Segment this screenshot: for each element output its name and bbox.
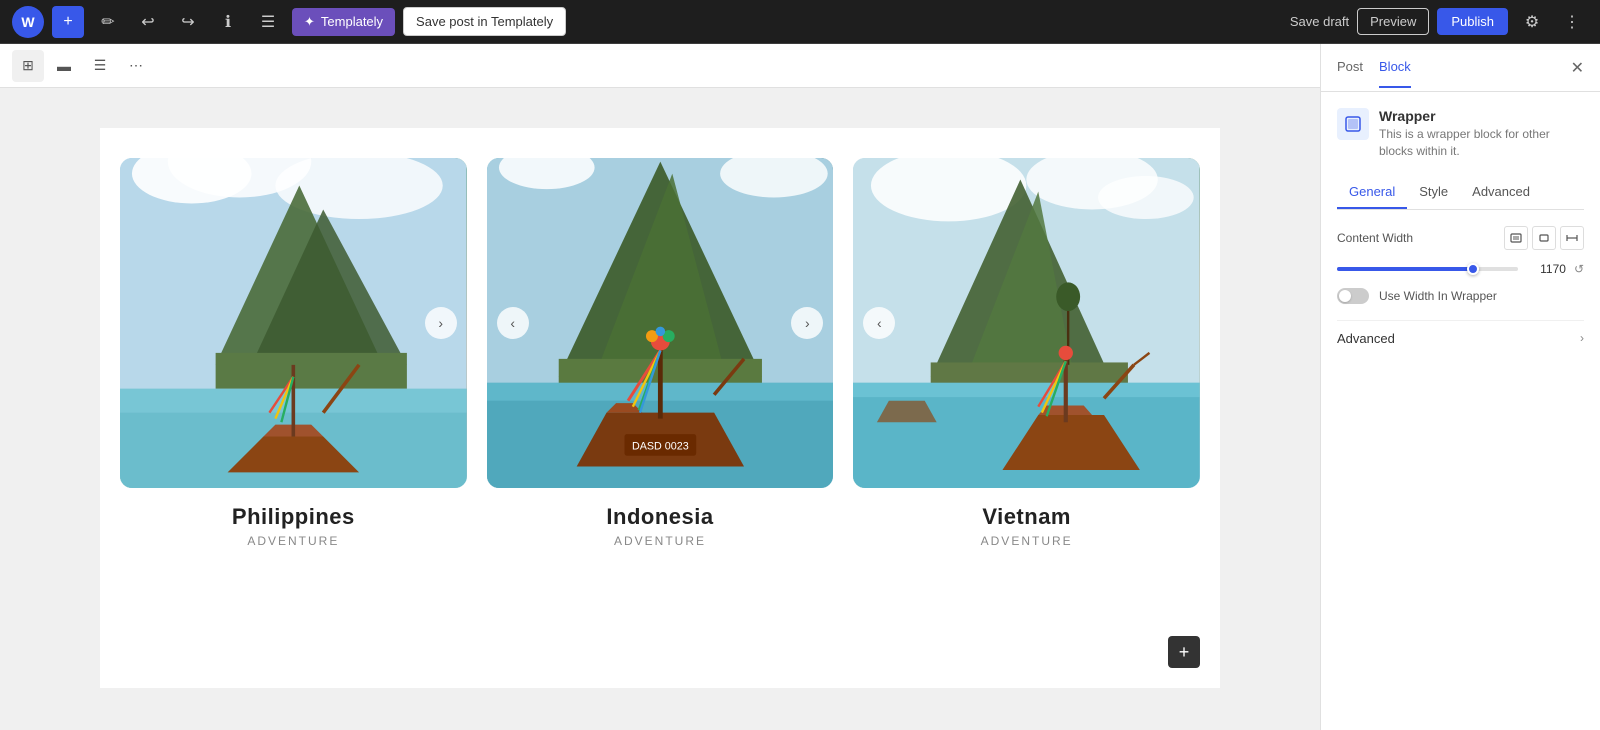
save-draft-btn[interactable]: Save draft xyxy=(1290,14,1349,29)
redo-btn[interactable]: ↪ xyxy=(172,6,204,38)
card-title-philippines: Philippines xyxy=(232,504,355,530)
sub-tab-general[interactable]: General xyxy=(1337,176,1407,209)
block-toolbar: ⊞ ▬ ☰ ⋯ xyxy=(0,44,1320,88)
tab-block[interactable]: Block xyxy=(1379,47,1411,88)
block-info: Wrapper This is a wrapper block for othe… xyxy=(1337,108,1584,160)
block-info-text: Wrapper This is a wrapper block for othe… xyxy=(1379,108,1584,160)
vietnam-image-svg xyxy=(853,158,1200,488)
accordion-advanced-label: Advanced xyxy=(1337,331,1395,346)
more-options-btn[interactable]: ⋮ xyxy=(1556,6,1588,38)
use-width-row: Use Width In Wrapper xyxy=(1337,288,1584,304)
preview-btn[interactable]: Preview xyxy=(1357,8,1429,35)
sub-tab-style[interactable]: Style xyxy=(1407,176,1460,209)
block-type-btn[interactable]: ⊞ xyxy=(12,50,44,82)
accordion-advanced-arrow: › xyxy=(1580,331,1584,345)
content-width-slider-row: 1170 ↺ xyxy=(1337,262,1584,276)
sub-tabs: General Style Advanced xyxy=(1337,176,1584,210)
editor-area: ⊞ ▬ ☰ ⋯ xyxy=(0,44,1320,730)
wp-logo[interactable]: W xyxy=(12,6,44,38)
content-width-value: 1170 xyxy=(1526,262,1566,276)
accordion-advanced[interactable]: Advanced › xyxy=(1337,320,1584,356)
save-templately-btn[interactable]: Save post in Templately xyxy=(403,7,566,36)
cards-grid: › Philippines ADVENTURE xyxy=(120,158,1200,548)
use-width-toggle[interactable] xyxy=(1337,288,1369,304)
content-width-icon-3[interactable] xyxy=(1560,226,1584,250)
publish-btn[interactable]: Publish xyxy=(1437,8,1508,35)
card-title-vietnam: Vietnam xyxy=(982,504,1071,530)
settings-btn[interactable]: ⚙ xyxy=(1516,6,1548,38)
block-align-btn[interactable]: ▬ xyxy=(48,50,80,82)
block-desc: This is a wrapper block for other blocks… xyxy=(1379,126,1584,160)
edit-btn[interactable]: ✏ xyxy=(92,6,124,38)
top-bar-right: Save draft Preview Publish ⚙ ⋮ xyxy=(1290,6,1588,38)
content-wrapper: › Philippines ADVENTURE xyxy=(100,128,1220,688)
sidebar-tabs: Post Block xyxy=(1337,47,1411,88)
add-block-canvas-btn[interactable]: + xyxy=(1168,636,1200,668)
card-image-vietnam: ‹ xyxy=(853,158,1200,488)
close-sidebar-btn[interactable]: ✕ xyxy=(1571,58,1584,78)
card-image-philippines: › xyxy=(120,158,467,488)
card-subtitle-philippines: ADVENTURE xyxy=(247,534,339,548)
block-more-btn[interactable]: ⋯ xyxy=(120,50,152,82)
card-title-indonesia: Indonesia xyxy=(606,504,713,530)
content-width-label: Content Width xyxy=(1337,231,1413,245)
templately-btn[interactable]: ✦ Templately xyxy=(292,8,395,36)
card-nav-left-vietnam[interactable]: ‹ xyxy=(863,307,895,339)
philippines-image-svg xyxy=(120,158,467,488)
use-width-label: Use Width In Wrapper xyxy=(1379,289,1497,303)
card-indonesia: DASD 0023 ‹ › Indonesia ADVENTURE xyxy=(487,158,834,548)
right-sidebar: Post Block ✕ Wrapper This is a wrapper b… xyxy=(1320,44,1600,730)
indonesia-image-svg: DASD 0023 xyxy=(487,158,834,488)
templately-label: Templately xyxy=(321,14,383,29)
card-nav-right-indonesia[interactable]: › xyxy=(791,307,823,339)
card-vietnam: ‹ Vietnam ADVENTURE xyxy=(853,158,1200,548)
top-bar: W + ✏ ↩ ↪ ℹ ☰ ✦ Templately Save post in … xyxy=(0,0,1600,44)
sidebar-header: Post Block ✕ xyxy=(1321,44,1600,92)
canvas[interactable]: › Philippines ADVENTURE xyxy=(0,88,1320,730)
templately-icon: ✦ xyxy=(304,14,315,30)
sidebar-content: Wrapper This is a wrapper block for othe… xyxy=(1321,92,1600,730)
card-subtitle-vietnam: ADVENTURE xyxy=(981,534,1073,548)
block-name: Wrapper xyxy=(1379,108,1584,124)
list-view-btn[interactable]: ☰ xyxy=(252,6,284,38)
card-subtitle-indonesia: ADVENTURE xyxy=(614,534,706,548)
svg-text:DASD 0023: DASD 0023 xyxy=(632,441,689,453)
sub-tab-advanced[interactable]: Advanced xyxy=(1460,176,1542,209)
card-image-indonesia: DASD 0023 ‹ › xyxy=(487,158,834,488)
undo-btn[interactable]: ↩ xyxy=(132,6,164,38)
main-layout: ⊞ ▬ ☰ ⋯ xyxy=(0,44,1600,730)
content-width-reset-btn[interactable]: ↺ xyxy=(1574,262,1584,276)
content-width-icon-2[interactable] xyxy=(1532,226,1556,250)
add-block-toolbar-btn[interactable]: + xyxy=(52,6,84,38)
card-nav-right-philippines[interactable]: › xyxy=(425,307,457,339)
tab-post[interactable]: Post xyxy=(1337,47,1363,88)
content-width-slider[interactable] xyxy=(1337,267,1518,271)
content-width-icon-1[interactable] xyxy=(1504,226,1528,250)
block-list-btn[interactable]: ☰ xyxy=(84,50,116,82)
wrapper-icon xyxy=(1337,108,1369,140)
content-width-row: Content Width xyxy=(1337,226,1584,250)
card-philippines: › Philippines ADVENTURE xyxy=(120,158,467,548)
content-width-icons xyxy=(1504,226,1584,250)
card-nav-left-indonesia[interactable]: ‹ xyxy=(497,307,529,339)
info-btn[interactable]: ℹ xyxy=(212,6,244,38)
